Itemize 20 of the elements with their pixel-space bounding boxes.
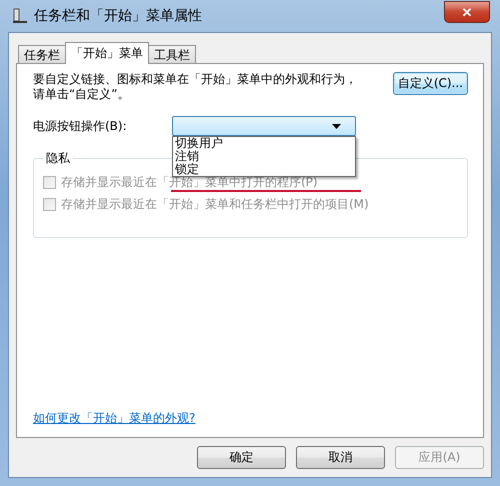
dropdown-option[interactable]: 锁定 bbox=[173, 163, 355, 176]
tab[interactable]: 任务栏 bbox=[18, 45, 66, 63]
checkbox-label: 存储并显示最近在「开始」菜单中打开的程序(P) bbox=[61, 174, 318, 190]
caret-icon bbox=[332, 124, 341, 128]
customize-button[interactable]: 自定义(C)... bbox=[392, 72, 468, 95]
dropdown-option[interactable]: 注销 bbox=[173, 150, 355, 163]
power-action-dropdown[interactable] bbox=[172, 116, 356, 136]
tab[interactable]: 工具栏 bbox=[148, 45, 196, 63]
window-title: 任务栏和「开始」菜单属性 bbox=[34, 7, 203, 25]
group-title: 隐私 bbox=[45, 150, 71, 167]
close-button[interactable]: ✕ bbox=[444, 1, 490, 23]
taskbar-icon bbox=[12, 8, 28, 24]
help-link[interactable]: 如何更改「开始」菜单的外观? bbox=[33, 410, 196, 427]
tab[interactable]: 「开始」菜单 bbox=[65, 42, 149, 64]
instruction-text: 要自定义链接、图标和菜单在「开始」菜单中的外观和行为，请单击“自定义”。 bbox=[33, 72, 358, 102]
dropdown-option[interactable]: 切换用户 bbox=[173, 137, 355, 150]
dialog-button[interactable]: 确定 bbox=[197, 446, 286, 469]
power-button-label: 电源按钮操作(B): bbox=[33, 118, 128, 134]
checkbox-label: 存储并显示最近在「开始」菜单和任务栏中打开的项目(M) bbox=[61, 196, 369, 212]
dialog-button[interactable]: 取消 bbox=[296, 446, 385, 469]
